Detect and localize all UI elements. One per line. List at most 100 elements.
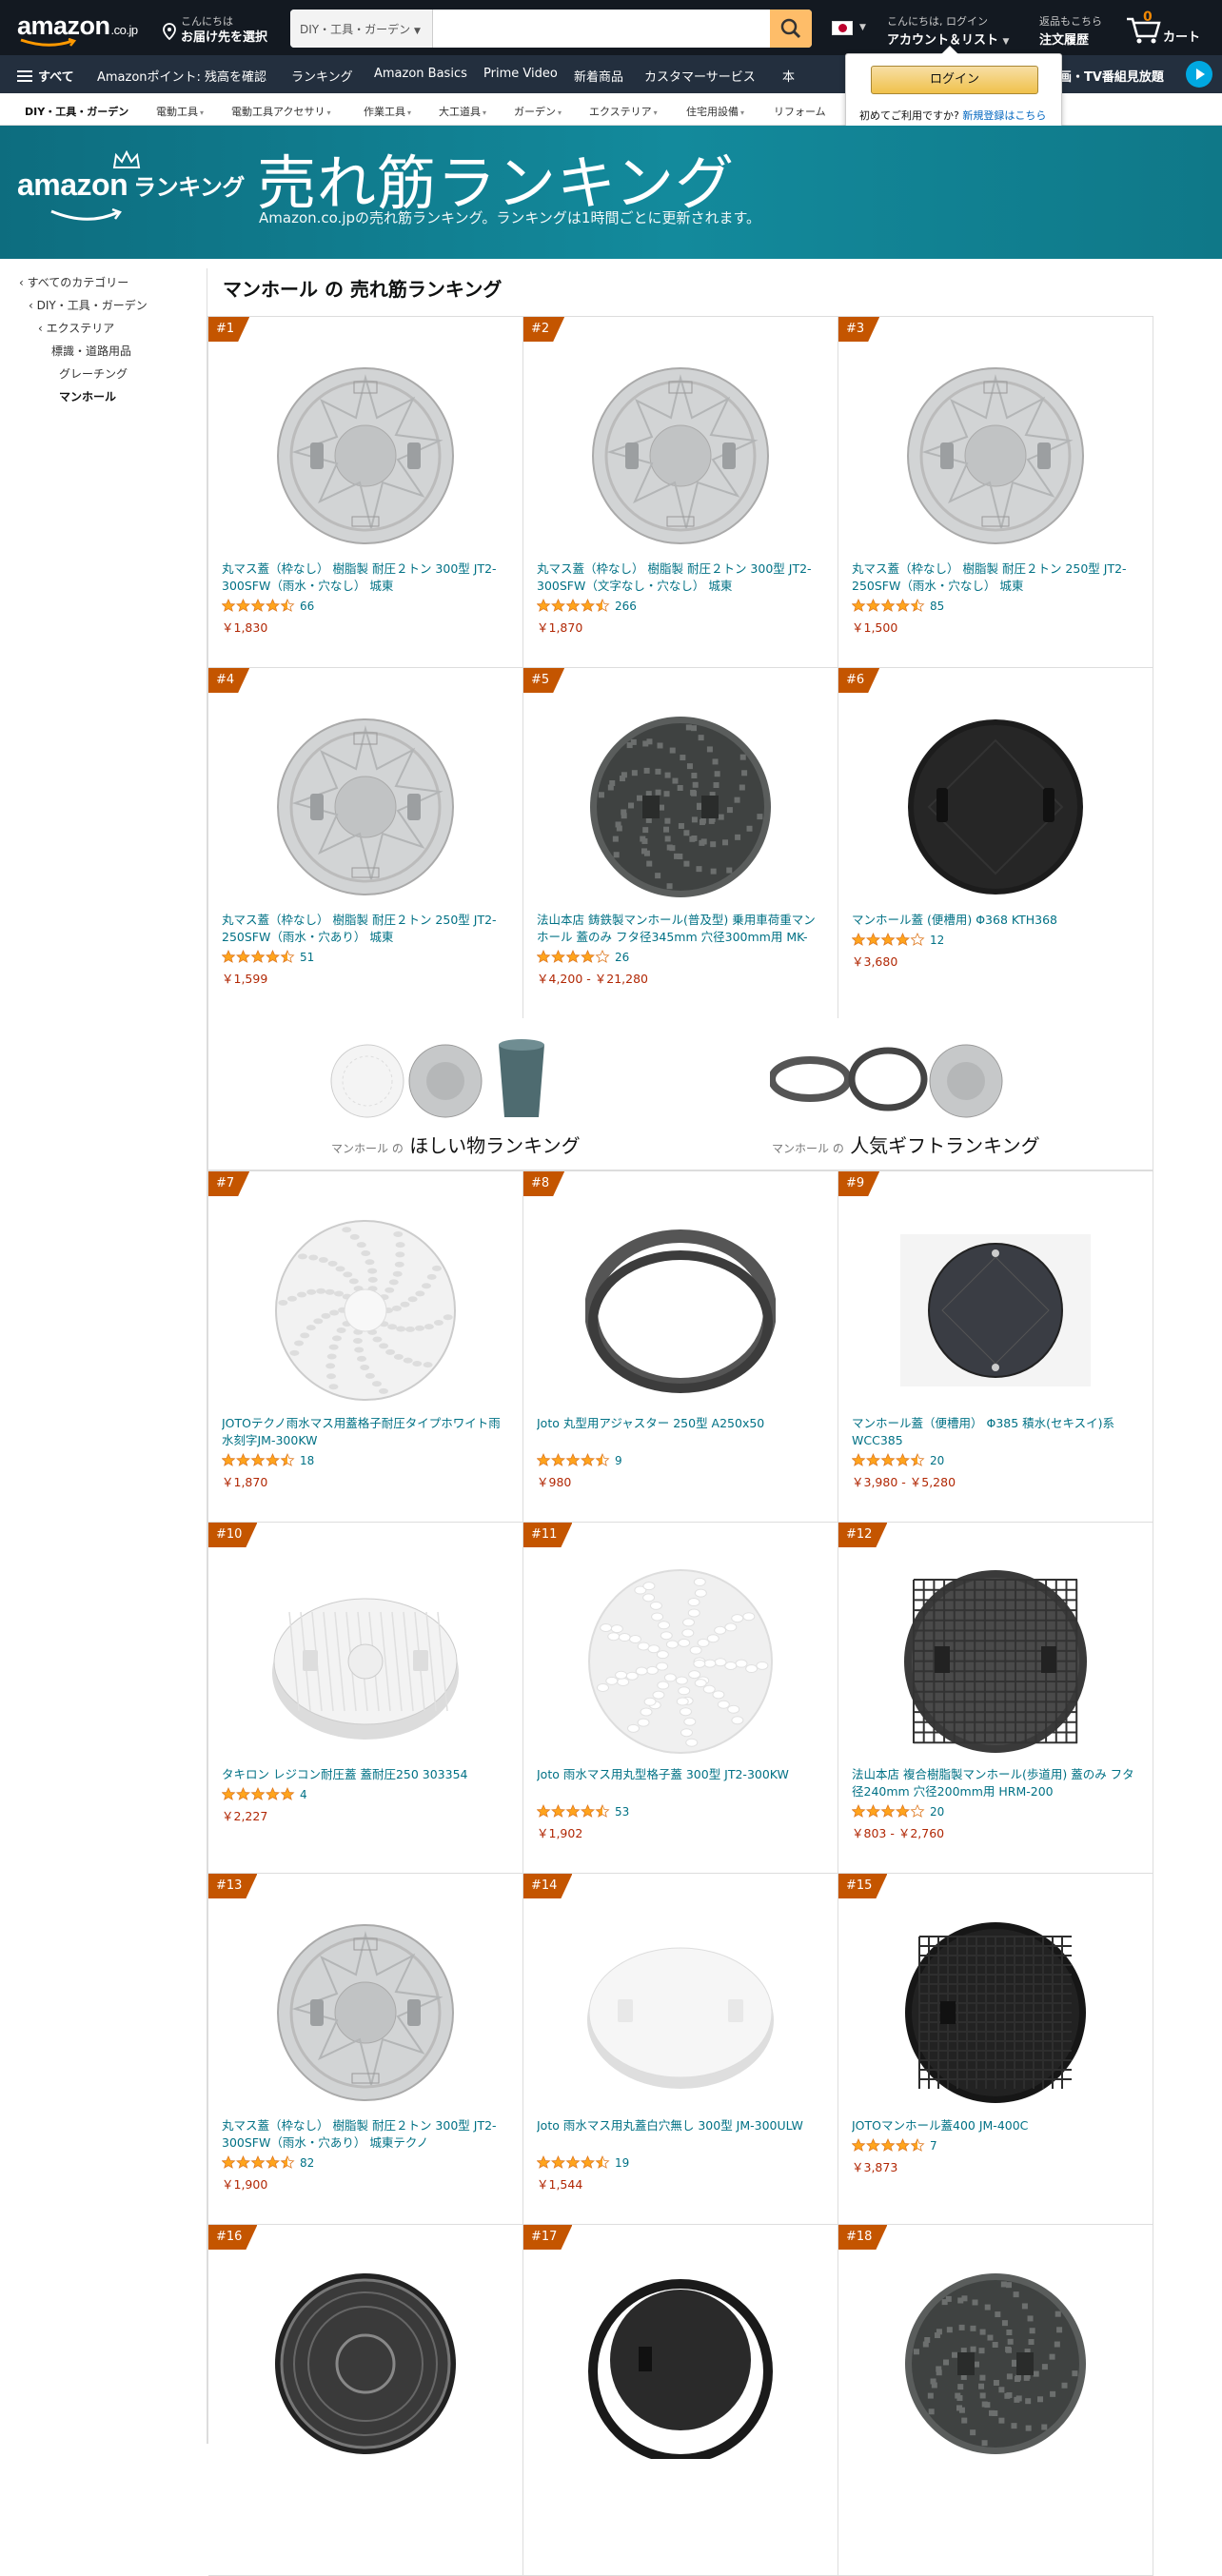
- product-title-link[interactable]: 丸マス蓋（枠なし） 樹脂製 耐圧２トン 300型 JT2-300SFW（雨水・穴…: [222, 560, 507, 595]
- product-rating[interactable]: 266: [537, 599, 637, 613]
- search-category-dropdown[interactable]: DIY・工具・ガーデン ▼: [290, 10, 433, 48]
- subnav-power-tool-accessories[interactable]: 電動工具アクセサリ ▾: [231, 104, 330, 119]
- product-title-link[interactable]: 法山本店 複合樹脂製マンホール(歩道用) 蓋のみ フタ径240mm 穴径200m…: [852, 1766, 1137, 1800]
- product-card[interactable]: #18: [838, 2225, 1153, 2576]
- subnav-garden[interactable]: ガーデン ▾: [514, 104, 562, 119]
- product-card[interactable]: #6 マンホール蓋 (便槽用) Φ368 KTH368 12 ￥3,680: [838, 668, 1153, 1019]
- product-title-link[interactable]: Joto 雨水マス用丸型格子蓋 300型 JT2-300KW: [537, 1766, 822, 1783]
- wishlist-ranking-link[interactable]: マンホール の ほしい物ランキング: [327, 1035, 594, 1159]
- sidebar-item-grating[interactable]: グレーチング: [59, 365, 128, 382]
- sidebar-item-all-categories[interactable]: ‹ すべてのカテゴリー: [19, 274, 128, 290]
- product-rating[interactable]: 4: [222, 1787, 307, 1801]
- subnav-diy[interactable]: DIY・工具・ガーデン: [25, 104, 128, 119]
- product-card[interactable]: #2 丸マス蓋（枠なし） 樹脂製 耐圧２トン 300型 JT2-300SFW（文字…: [523, 317, 838, 668]
- product-title-link[interactable]: 法山本店 鋳鉄製マンホール(普及型) 乗用車荷重マンホール 蓋のみ フタ径345…: [537, 912, 822, 946]
- nav-item-new-releases[interactable]: 新着商品: [574, 67, 623, 85]
- product-title-link[interactable]: マンホール蓋（便槽用） Φ385 積水(セキスイ)系 WCC385: [852, 1415, 1137, 1449]
- product-image[interactable]: [270, 1917, 461, 2108]
- product-card[interactable]: #1 丸マス蓋（枠なし） 樹脂製 耐圧２トン 300型 JT2-300SFW（雨水…: [208, 317, 523, 668]
- nav-item-customer-service[interactable]: カスタマーサービス: [644, 67, 756, 85]
- play-icon[interactable]: [1186, 61, 1212, 88]
- product-image[interactable]: [270, 361, 461, 551]
- subnav-hand-tools[interactable]: 作業工具 ▾: [364, 104, 411, 119]
- all-menu-button[interactable]: すべて: [17, 67, 74, 85]
- product-title-link[interactable]: マンホール蓋 (便槽用) Φ368 KTH368: [852, 912, 1137, 929]
- product-rating[interactable]: 26: [537, 950, 629, 964]
- amazon-logo[interactable]: amazon.co.jp: [17, 11, 138, 41]
- product-card[interactable]: #11 Joto 雨水マス用丸型格子蓋 300型 JT2-300KW 53 ￥1,90…: [523, 1523, 838, 1874]
- product-card[interactable]: #10 タキロン レジコン耐圧蓋 蓋耐圧250 303354 4 ￥2,227: [208, 1523, 523, 1874]
- subnav-carpentry[interactable]: 大工道具 ▾: [439, 104, 486, 119]
- product-title-link[interactable]: 丸マス蓋（枠なし） 樹脂製 耐圧２トン 300型 JT2-300SFW（雨水・穴…: [222, 2117, 507, 2152]
- product-card[interactable]: #7 JOTOテクノ雨水マス用蓋格子耐圧タイプホワイト雨水刻字JM-300KW 18…: [208, 1171, 523, 1523]
- deliver-to[interactable]: こんにちは お届け先を選択: [160, 11, 284, 46]
- sidebar-item-exterior[interactable]: ‹ エクステリア: [38, 320, 114, 336]
- subnav-exterior[interactable]: エクステリア ▾: [589, 104, 658, 119]
- product-title-link[interactable]: JOTOマンホール蓋400 JM-400C: [852, 2117, 1137, 2134]
- subnav-housing-equipment[interactable]: 住宅用設備 ▾: [686, 104, 744, 119]
- search-input[interactable]: [433, 10, 772, 48]
- subnav-reform[interactable]: リフォーム: [774, 104, 826, 119]
- nav-item-amazon-basics[interactable]: Amazon Basics: [374, 67, 467, 81]
- subnav-power-tools[interactable]: 電動工具 ▾: [156, 104, 204, 119]
- product-card[interactable]: #5 法山本店 鋳鉄製マンホール(普及型) 乗用車荷重マンホール 蓋のみ フタ径3…: [523, 668, 838, 1019]
- product-image[interactable]: [270, 1215, 461, 1406]
- product-image[interactable]: [585, 712, 776, 902]
- product-image[interactable]: [900, 1566, 1091, 1757]
- product-rating[interactable]: 19: [537, 2155, 629, 2170]
- product-rating[interactable]: 9: [537, 1453, 622, 1467]
- product-image[interactable]: [270, 1566, 461, 1757]
- product-title-link[interactable]: Joto 丸型用アジャスター 250型 A250x50: [537, 1415, 822, 1432]
- orders-link[interactable]: 返品もこちら 注文履歴: [1039, 13, 1102, 48]
- product-card[interactable]: #16: [208, 2225, 523, 2576]
- nav-item-points[interactable]: Amazonポイント: 残高を確認: [97, 67, 266, 85]
- sidebar-item-diy[interactable]: ‹ DIY・工具・ガーデン: [29, 297, 148, 313]
- product-card[interactable]: #9 マンホール蓋（便槽用） Φ385 積水(セキスイ)系 WCC385 20 ￥3,…: [838, 1171, 1153, 1523]
- account-menu[interactable]: こんにちは, ログイン アカウント＆リスト ▼: [887, 13, 1009, 48]
- cart-button[interactable]: 0 カート: [1123, 10, 1209, 48]
- product-card[interactable]: #17: [523, 2225, 838, 2576]
- login-button[interactable]: ログイン: [871, 66, 1038, 94]
- product-image[interactable]: [585, 1215, 776, 1406]
- product-card[interactable]: #4 丸マス蓋（枠なし） 樹脂製 耐圧２トン 250型 JT2-250SFW（雨水…: [208, 668, 523, 1019]
- product-rating[interactable]: 82: [222, 2155, 314, 2170]
- product-rating[interactable]: 51: [222, 950, 314, 964]
- product-image[interactable]: [585, 2269, 776, 2459]
- product-title-link[interactable]: JOTOテクノ雨水マス用蓋格子耐圧タイプホワイト雨水刻字JM-300KW: [222, 1415, 507, 1449]
- product-card[interactable]: #15 JOTOマンホール蓋400 JM-400C 7 ￥3,873: [838, 1874, 1153, 2225]
- product-card[interactable]: #3 丸マス蓋（枠なし） 樹脂製 耐圧２トン 250型 JT2-250SFW（雨水…: [838, 317, 1153, 668]
- product-rating[interactable]: 20: [852, 1453, 944, 1467]
- product-card[interactable]: #14 Joto 雨水マス用丸蓋白穴無し 300型 JM-300ULW 19 ￥1,5…: [523, 1874, 838, 2225]
- product-rating[interactable]: 18: [222, 1453, 314, 1467]
- product-image[interactable]: [585, 361, 776, 551]
- product-rating[interactable]: 53: [537, 1804, 629, 1819]
- product-rating[interactable]: 12: [852, 933, 944, 947]
- product-image[interactable]: [585, 1917, 776, 2108]
- product-title-link[interactable]: 丸マス蓋（枠なし） 樹脂製 耐圧２トン 300型 JT2-300SFW（文字なし…: [537, 560, 822, 595]
- product-image[interactable]: [900, 1917, 1091, 2108]
- product-card[interactable]: #12 法山本店 複合樹脂製マンホール(歩道用) 蓋のみ フタ径240mm 穴径2…: [838, 1523, 1153, 1874]
- nav-item-ranking[interactable]: ランキング: [291, 67, 353, 85]
- nav-item-prime-video[interactable]: Prime Video: [483, 67, 558, 81]
- product-title-link[interactable]: タキロン レジコン耐圧蓋 蓋耐圧250 303354: [222, 1766, 507, 1783]
- product-title-link[interactable]: 丸マス蓋（枠なし） 樹脂製 耐圧２トン 250型 JT2-250SFW（雨水・穴…: [222, 912, 507, 946]
- search-button[interactable]: [770, 10, 812, 48]
- product-rating[interactable]: 66: [222, 599, 314, 613]
- product-image[interactable]: [900, 1215, 1091, 1406]
- product-title-link[interactable]: 丸マス蓋（枠なし） 樹脂製 耐圧２トン 250型 JT2-250SFW（雨水・穴…: [852, 560, 1137, 595]
- register-link[interactable]: 新規登録はこちら: [962, 109, 1046, 122]
- nav-promo-prime-video[interactable]: 映画・TV番組見放題: [1047, 67, 1164, 85]
- product-rating[interactable]: 7: [852, 2138, 937, 2153]
- product-card[interactable]: #13 丸マス蓋（枠なし） 樹脂製 耐圧２トン 300型 JT2-300SFW（雨…: [208, 1874, 523, 2225]
- product-image[interactable]: [270, 2269, 461, 2459]
- product-image[interactable]: [585, 1566, 776, 1757]
- product-rating[interactable]: 85: [852, 599, 944, 613]
- product-image[interactable]: [900, 712, 1091, 902]
- product-card[interactable]: #8 Joto 丸型用アジャスター 250型 A250x50 9 ￥980: [523, 1171, 838, 1523]
- nav-item-books[interactable]: 本: [782, 67, 795, 85]
- product-image[interactable]: [270, 712, 461, 902]
- product-image[interactable]: [900, 361, 1091, 551]
- sidebar-item-road-signs[interactable]: 標識・道路用品: [51, 343, 131, 359]
- product-title-link[interactable]: Joto 雨水マス用丸蓋白穴無し 300型 JM-300ULW: [537, 2117, 822, 2134]
- japan-flag-icon[interactable]: [832, 21, 853, 35]
